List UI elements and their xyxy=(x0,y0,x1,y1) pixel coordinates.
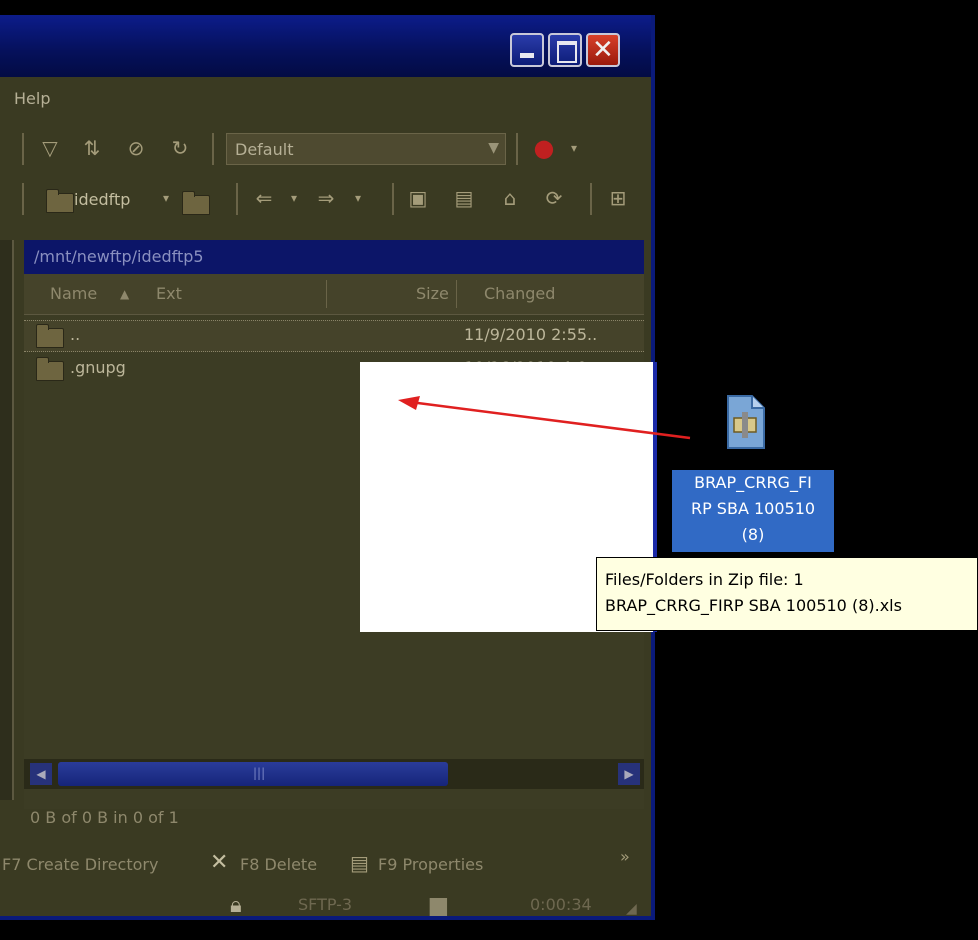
toolbar-navigation: idedftp ▾ ⇐ ▾ ⇒ ▾ ▣ ▤ ⌂ ⟳ ⊞ xyxy=(0,177,651,221)
transfer-profile-select[interactable]: Default ▼ xyxy=(226,133,506,165)
file-list-header: Name ▲ Ext Size Changed xyxy=(24,274,644,315)
lock-icon: 🔒︎ xyxy=(230,893,242,918)
toolbar-separator xyxy=(212,133,214,165)
tree-view-icon[interactable]: ⊞ xyxy=(604,185,632,213)
scroll-left-icon[interactable]: ◀ xyxy=(30,763,52,785)
menu-item-help[interactable]: Help xyxy=(14,89,50,108)
close-button[interactable]: ✕ xyxy=(586,33,620,67)
maximize-button[interactable] xyxy=(548,33,582,67)
zip-contents-tooltip: Files/Folders in Zip file: 1 BRAP_CRRG_F… xyxy=(596,557,978,631)
refresh-icon[interactable]: ↻ xyxy=(166,135,194,163)
sync-browse-icon[interactable]: ⇅ xyxy=(78,135,106,163)
folder-icon xyxy=(36,357,64,381)
file-name: .. xyxy=(70,325,81,344)
scrollbar-grip-icon: ||| xyxy=(253,766,266,780)
command-bar: F7 Create Directory ✕ F8 Delete ▤ F9 Pro… xyxy=(0,845,651,885)
toolbar-separator xyxy=(516,133,518,165)
file-label-line: (8) xyxy=(741,525,765,544)
close-icon: ✕ xyxy=(592,35,614,65)
tooltip-line: Files/Folders in Zip file: 1 xyxy=(605,570,804,589)
refresh-icon[interactable]: ⟳ xyxy=(540,185,568,213)
chevron-down-icon[interactable]: ▾ xyxy=(560,135,588,163)
maximize-icon xyxy=(557,41,577,63)
filter-icon[interactable]: ▽ xyxy=(36,135,64,163)
computer-icon: ▆ xyxy=(430,893,447,918)
folder-icon xyxy=(46,189,74,213)
menu-bar: Help xyxy=(0,77,651,121)
toolbar-separator xyxy=(392,183,394,215)
title-bar[interactable]: ✕ xyxy=(0,15,651,77)
resize-grip-icon[interactable]: ◢ xyxy=(626,901,637,916)
delete-icon: ✕ xyxy=(210,850,229,875)
tooltip-line: BRAP_CRRG_FIRP SBA 100510 (8).xls xyxy=(605,596,902,615)
home-icon[interactable]: ⌂ xyxy=(496,185,524,213)
parent-folder-icon xyxy=(36,324,64,348)
file-row-parent[interactable]: .. 11/9/2010 2:55.. xyxy=(24,320,644,352)
directory-combo[interactable]: idedftp xyxy=(40,183,168,215)
toolbar-separator xyxy=(22,133,24,165)
file-name: .gnupg xyxy=(70,358,126,377)
elapsed-time: 0:00:34 xyxy=(530,895,592,914)
directory-combo-value: idedftp xyxy=(74,190,131,209)
transfer-profile-value: Default xyxy=(235,140,294,159)
column-header-name[interactable]: Name xyxy=(50,284,97,303)
toolbar-separator xyxy=(236,183,238,215)
delete-button[interactable]: F8 Delete xyxy=(240,855,317,874)
selection-status: 0 B of 0 B in 0 of 1 xyxy=(30,808,179,827)
minimize-icon xyxy=(520,53,534,58)
sort-ascending-icon: ▲ xyxy=(120,287,130,301)
zip-file-icon[interactable] xyxy=(720,392,770,452)
create-directory-button[interactable]: F7 Create Directory xyxy=(2,855,158,874)
no-filter-icon[interactable]: ⊘ xyxy=(122,135,150,163)
minimize-button[interactable] xyxy=(510,33,544,67)
toolbar-separator xyxy=(22,183,24,215)
properties-icon: ▤ xyxy=(350,851,369,875)
status-bar: 🔒︎ SFTP-3 ▆ 0:00:34 ◢ xyxy=(0,887,651,918)
properties-button[interactable]: F9 Properties xyxy=(378,855,483,874)
file-changed: 11/9/2010 2:55.. xyxy=(464,325,598,344)
column-divider[interactable] xyxy=(456,280,457,308)
parent-directory-icon[interactable]: ▣ xyxy=(404,185,432,213)
chevron-down-icon: ▼ xyxy=(488,140,499,156)
remote-path-bar[interactable]: /mnt/newftp/idedftp5 xyxy=(24,240,644,274)
left-panel-edge xyxy=(0,240,14,800)
column-header-changed[interactable]: Changed xyxy=(484,284,555,303)
more-commands-button[interactable]: » xyxy=(620,847,630,866)
session-color-icon[interactable]: ● xyxy=(530,135,558,163)
back-arrow-icon[interactable]: ⇐ xyxy=(250,185,278,213)
scrollbar-thumb[interactable]: ||| xyxy=(58,762,448,786)
toolbar-separator xyxy=(590,183,592,215)
root-directory-icon[interactable]: ▤ xyxy=(450,185,478,213)
chevron-down-icon[interactable]: ▾ xyxy=(344,185,372,213)
file-label-line: BRAP_CRRG_FI xyxy=(694,473,812,492)
protocol-status: SFTP-3 xyxy=(298,895,353,914)
forward-arrow-icon[interactable]: ⇒ xyxy=(312,185,340,213)
file-label-line: RP SBA 100510 xyxy=(690,499,816,518)
drag-direction-arrow-icon xyxy=(398,396,691,440)
column-header-size[interactable]: Size xyxy=(416,284,449,303)
scroll-right-icon[interactable]: ▶ xyxy=(618,763,640,785)
chevron-down-icon[interactable]: ▾ xyxy=(280,185,308,213)
open-folder-icon[interactable] xyxy=(182,191,210,215)
horizontal-scrollbar[interactable]: ◀ ||| ▶ xyxy=(24,759,644,789)
toolbar-filter: ▽ ⇅ ⊘ ↻ Default ▼ ● ▾ xyxy=(0,127,651,171)
column-divider[interactable] xyxy=(326,280,327,308)
chevron-down-icon[interactable]: ▾ xyxy=(152,185,180,213)
dragged-file-label[interactable]: BRAP_CRRG_FI RP SBA 100510 (8) xyxy=(672,470,834,552)
column-header-ext[interactable]: Ext xyxy=(156,284,182,303)
